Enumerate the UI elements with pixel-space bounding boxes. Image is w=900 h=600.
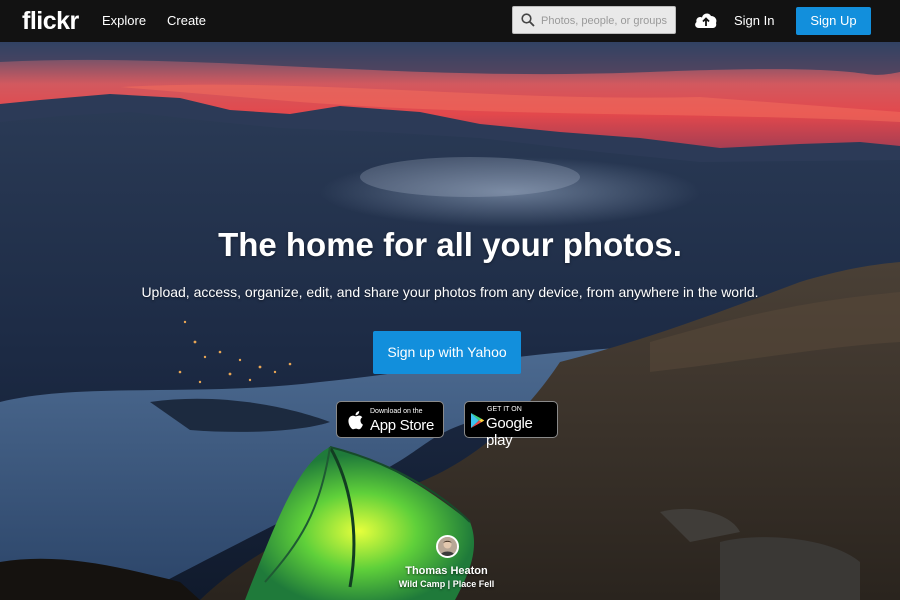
sign-in-link[interactable]: Sign In [734,13,774,28]
nav-explore-link[interactable]: Explore [102,13,146,28]
sign-up-with-yahoo-button[interactable]: Sign up with Yahoo [373,331,521,374]
app-store-big-text: App Store [370,417,435,434]
hero-background-photo [0,42,900,600]
google-play-big-text: Google play [486,415,533,449]
photo-title[interactable]: Wild Camp | Place Fell [0,579,893,589]
photographer-avatar[interactable] [436,535,459,558]
photographer-name[interactable]: Thomas Heaton [0,565,893,577]
cloud-upload-icon[interactable] [694,10,718,35]
google-play-icon [471,413,485,428]
avatar-image [438,537,457,556]
apple-icon [348,411,363,430]
app-store-badge[interactable]: Download on the App Store [336,401,444,438]
hero-headline: The home for all your photos. [218,226,682,263]
hero-section: The home for all your photos. Upload, ac… [0,42,900,600]
google-play-badge[interactable]: GET IT ON Google play [464,401,558,449]
nav-create-link[interactable]: Create [167,13,206,28]
search-icon [521,13,535,27]
flickr-logo[interactable]: flickr [22,7,79,36]
search-input[interactable] [539,12,675,30]
search-box[interactable] [512,6,676,34]
sign-up-button[interactable]: Sign Up [796,7,871,35]
hero-subline: Upload, access, organize, edit, and shar… [141,284,759,300]
app-store-small-text: Download on the [370,408,423,415]
google-play-small-text: GET IT ON [487,406,522,413]
top-nav-bar: flickr Explore Create Sign In Sign Up [0,0,900,42]
